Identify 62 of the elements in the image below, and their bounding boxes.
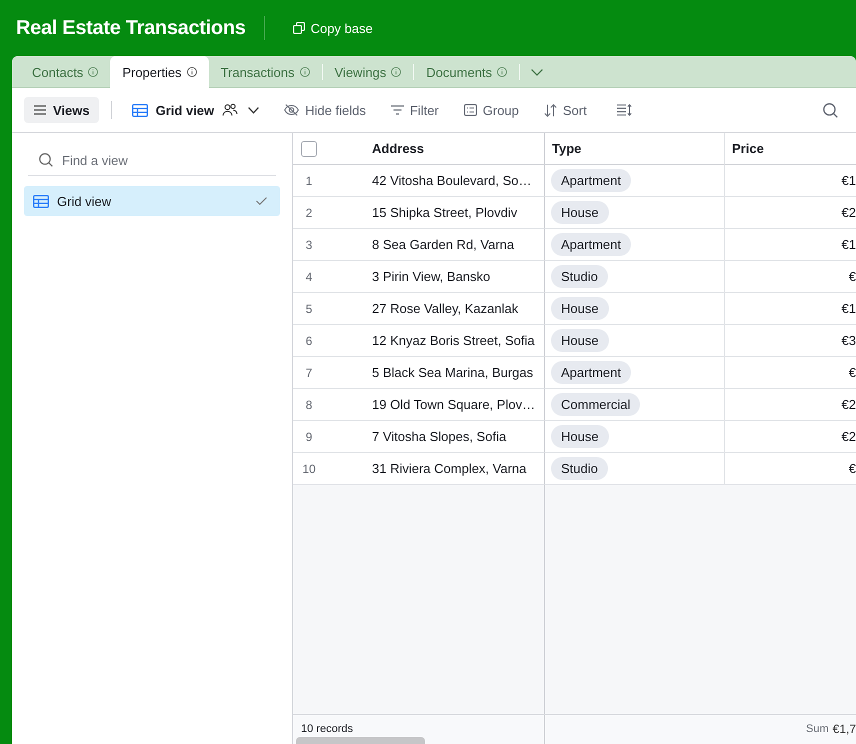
table-tab[interactable]: Viewings <box>322 56 414 88</box>
check-icon <box>256 197 267 205</box>
record-count: 10 records <box>301 722 353 734</box>
search-input[interactable]: Find a view <box>62 152 242 168</box>
table-tab[interactable]: Contacts <box>20 56 110 88</box>
chevron-down-icon <box>248 106 260 114</box>
row-number: 7 <box>304 366 314 380</box>
toolbar-button[interactable]: Group <box>456 97 527 123</box>
type-tag: Commercial <box>551 393 640 416</box>
table-tab[interactable]: Properties <box>110 56 209 88</box>
row-number: 2 <box>304 206 314 220</box>
toolbar-button[interactable]: Filter <box>382 97 447 123</box>
scrollbar-thumb[interactable] <box>296 737 425 744</box>
row-number: 5 <box>304 302 314 316</box>
type-tag: House <box>551 297 609 320</box>
type-tag: Apartment <box>551 169 631 192</box>
info-icon <box>391 67 402 77</box>
row-number: 1 <box>304 174 314 188</box>
type-tag: Apartment <box>551 361 631 384</box>
view-list-item[interactable]: Grid view <box>24 186 280 216</box>
table-tab[interactable]: Transactions <box>208 56 322 88</box>
type-tag: House <box>551 425 609 448</box>
view-switcher-button[interactable]: Grid view <box>124 97 268 123</box>
info-icon <box>497 67 508 77</box>
filter-icon <box>390 105 404 115</box>
views-button[interactable]: Views <box>24 97 99 123</box>
info-icon <box>88 67 98 77</box>
group-icon <box>464 104 477 116</box>
copy-base-button[interactable]: Copy base <box>286 16 379 40</box>
type-tag: Studio <box>551 457 608 480</box>
row-number: 10 <box>301 462 317 476</box>
toolbar-button[interactable]: Sort <box>536 97 595 123</box>
row-number: 4 <box>304 270 314 284</box>
copy-icon <box>292 22 305 34</box>
type-tag: House <box>551 329 609 352</box>
search-icon[interactable] <box>823 102 838 118</box>
grid-icon <box>33 194 49 208</box>
row-number: 8 <box>304 398 314 412</box>
row-height-icon[interactable] <box>616 104 632 116</box>
select-all-checkbox[interactable] <box>301 140 317 156</box>
info-icon <box>186 67 197 77</box>
row-number: 6 <box>304 334 314 348</box>
toolbar-button[interactable]: Hide fields <box>276 97 374 123</box>
search-icon <box>39 153 53 167</box>
type-tag: Studio <box>551 265 608 288</box>
chevron-down-icon[interactable] <box>531 68 544 76</box>
table-tab[interactable]: Documents <box>414 56 520 88</box>
sum-label: Sum <box>806 722 829 734</box>
row-number: 9 <box>304 430 314 444</box>
sort-icon <box>544 104 557 116</box>
sum-value: €1,7 <box>832 722 856 736</box>
info-icon <box>300 67 310 77</box>
people-icon <box>222 103 238 117</box>
app-title: Real Estate Transactions <box>16 16 246 40</box>
menu-icon <box>34 105 46 115</box>
table-cell: € <box>725 453 856 485</box>
type-tag: House <box>551 201 609 224</box>
type-tag: Apartment <box>551 233 631 256</box>
row-number: 3 <box>304 238 314 252</box>
eye-slash-icon <box>284 104 300 116</box>
table-cell: 31 Riviera Complex, Varna <box>365 453 545 485</box>
grid-icon <box>132 104 148 116</box>
